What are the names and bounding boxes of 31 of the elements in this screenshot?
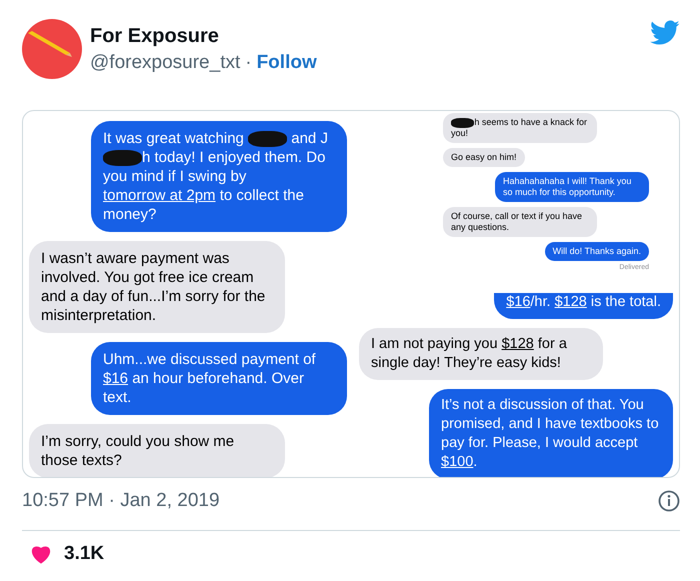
message-text: Go easy on him! — [451, 152, 517, 163]
separator: · — [245, 52, 252, 74]
redaction-mark — [103, 150, 142, 166]
avatar[interactable] — [22, 19, 82, 79]
link[interactable]: $128 — [554, 294, 587, 310]
redaction-mark — [248, 130, 288, 148]
bird-icon[interactable] — [650, 20, 680, 46]
author-name[interactable]: For Exposure — [90, 24, 642, 48]
message-text: Will do! Thanks again. — [552, 246, 641, 257]
timestamp[interactable]: 10:57 PM · Jan 2, 2019 — [22, 490, 220, 512]
link[interactable]: tomorrow at 2pm — [103, 187, 216, 204]
message-text: I’m sorry, could you show me those texts? — [41, 432, 236, 470]
message-text: Hahahahahaha I will! Thank you so much for this opportunity. — [503, 176, 632, 198]
message-text: h seems to have a knack for you! — [451, 117, 588, 139]
message-text: $16/hr. $128 is the total. — [506, 293, 661, 312]
message-text: It was great watching and J h today! I enjoyed them. Do you mind if I swing by tomorrow at 2pm to collect the money? — [103, 129, 329, 224]
link[interactable]: $16 — [103, 370, 128, 387]
link[interactable]: $100 — [441, 454, 474, 470]
message-text: I am not paying you $128 for a single day! They’re easy kids! — [371, 335, 568, 373]
link[interactable]: $128 — [502, 336, 534, 352]
like-count: 3.1K — [64, 543, 104, 565]
link[interactable]: $16 — [506, 294, 530, 310]
author-handle[interactable]: @forexposure_txt — [90, 52, 240, 74]
message-text: I wasn’t aware payment was involved. You got free ice cream and a day of fun...I’m sorry for the misinterpretation. — [41, 249, 266, 325]
follow-link[interactable]: Follow — [256, 52, 317, 74]
message-text: Of course, call or text if you have any questions. — [451, 211, 584, 233]
message-text: Uhm...we discussed payment of $16 an hour beforehand. Over text. — [103, 350, 317, 407]
heart-icon[interactable] — [30, 544, 52, 564]
info-icon[interactable] — [658, 490, 680, 512]
message-text: It’s not a discussion of that. You promised, and I have textbooks to pay for. Please, I would accept $100. — [441, 396, 660, 472]
redaction-mark — [451, 118, 474, 128]
